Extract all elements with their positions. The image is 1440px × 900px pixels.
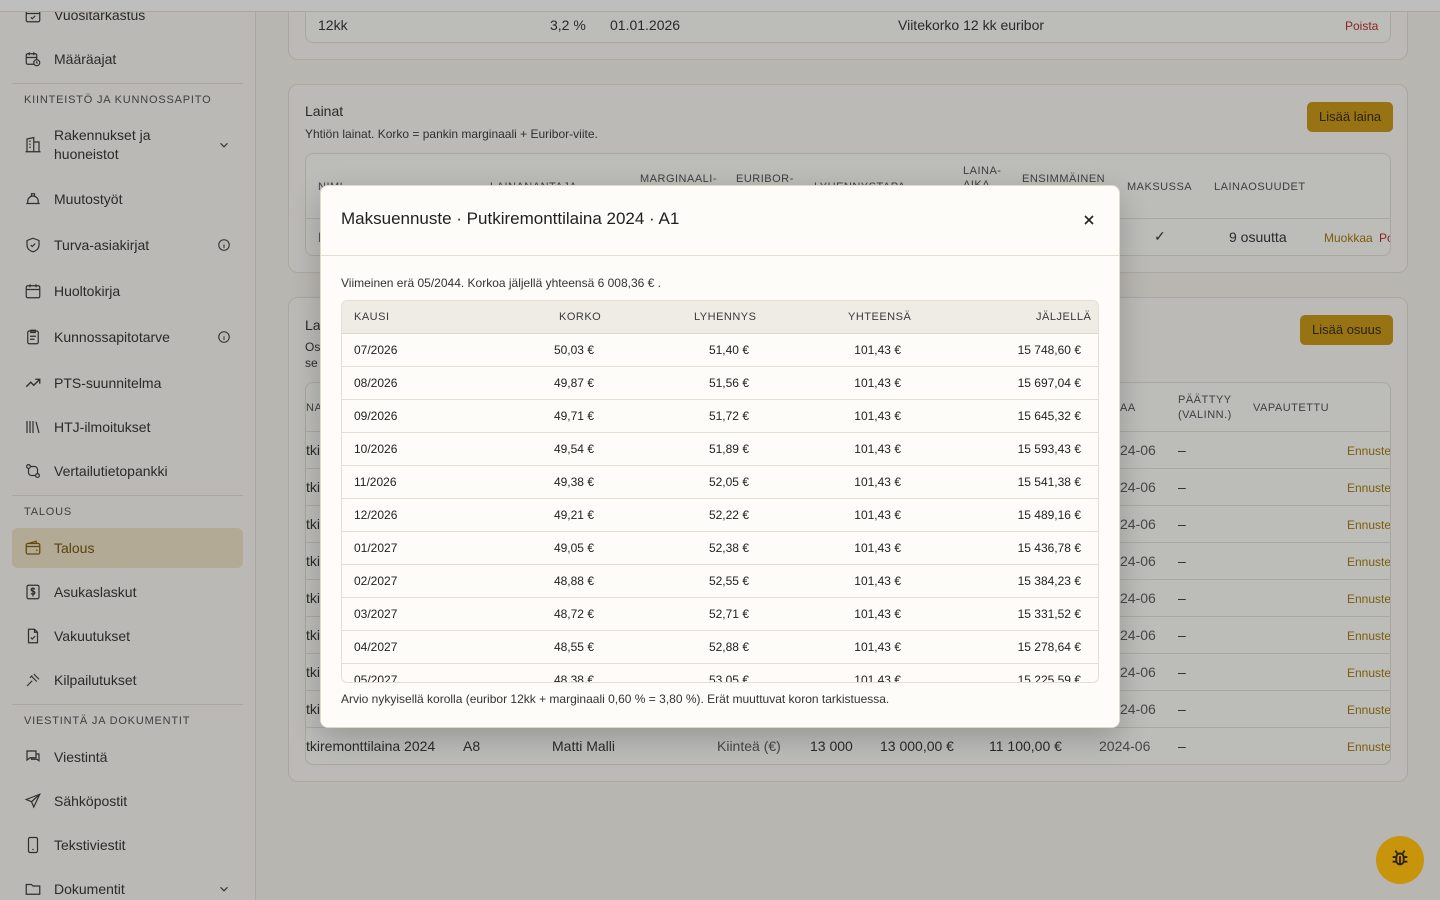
cell-amortization: 51,89 €: [708, 442, 749, 456]
cell-interest: 49,71 €: [553, 409, 594, 423]
table-row: 12/2026 49,21 € 52,22 € 101,43 € 15 489,16 €: [342, 499, 1098, 532]
cell-remaining: 15 748,60 €: [1017, 343, 1081, 357]
column-header-amortization: LYHENNYS: [694, 311, 757, 323]
cell-period: 04/2027: [354, 640, 398, 654]
cell-total: 101,43 €: [854, 574, 901, 588]
close-icon[interactable]: [1079, 210, 1099, 230]
table-row: 07/2026 50,03 € 51,40 € 101,43 € 15 748,60 €: [342, 334, 1098, 367]
cell-amortization: 51,40 €: [708, 343, 749, 357]
bug-icon: [1389, 847, 1411, 874]
table-row: 04/2027 48,55 € 52,88 € 101,43 € 15 278,64 €: [342, 631, 1098, 664]
cell-interest: 49,21 €: [553, 508, 594, 522]
cell-interest: 48,55 €: [553, 640, 594, 654]
cell-interest: 50,03 €: [553, 343, 594, 357]
column-header-total: YHTEENSÄ: [848, 311, 912, 323]
column-header-period: KAUSI: [354, 311, 390, 323]
cell-total: 101,43 €: [854, 442, 901, 456]
table-row: 09/2026 49,71 € 51,72 € 101,43 € 15 645,32 €: [342, 400, 1098, 433]
table-row: 10/2026 49,54 € 51,89 € 101,43 € 15 593,43 €: [342, 433, 1098, 466]
cell-amortization: 52,22 €: [708, 508, 749, 522]
cell-amortization: 51,56 €: [708, 376, 749, 390]
cell-period: 12/2026: [354, 508, 398, 522]
modal-title: Maksuennuste · Putkiremonttilaina 2024 ·…: [341, 209, 680, 228]
cell-remaining: 15 489,16 €: [1017, 508, 1081, 522]
cell-period: 02/2027: [354, 574, 398, 588]
cell-period: 05/2027: [354, 673, 398, 683]
cell-amortization: 52,71 €: [708, 607, 749, 621]
table-row: 02/2027 48,88 € 52,55 € 101,43 € 15 384,23 €: [342, 565, 1098, 598]
cell-remaining: 15 645,32 €: [1017, 409, 1081, 423]
cell-total: 101,43 €: [854, 508, 901, 522]
cell-total: 101,43 €: [854, 475, 901, 489]
bug-report-button[interactable]: [1376, 836, 1424, 884]
cell-interest: 49,54 €: [553, 442, 594, 456]
table-row: 08/2026 49,87 € 51,56 € 101,43 € 15 697,04 €: [342, 367, 1098, 400]
cell-period: 03/2027: [354, 607, 398, 621]
cell-period: 09/2026: [354, 409, 398, 423]
cell-interest: 48,88 €: [553, 574, 594, 588]
table-row: 05/2027 48,38 € 53,05 € 101,43 € 15 225,59 €: [342, 664, 1098, 683]
table-row: 03/2027 48,72 € 52,71 € 101,43 € 15 331,52 €: [342, 598, 1098, 631]
cell-total: 101,43 €: [854, 640, 901, 654]
cell-period: 10/2026: [354, 442, 398, 456]
modal-header: Maksuennuste · Putkiremonttilaina 2024 ·…: [321, 186, 1119, 256]
cell-amortization: 52,55 €: [708, 574, 749, 588]
cell-period: 08/2026: [354, 376, 398, 390]
cell-amortization: 52,88 €: [708, 640, 749, 654]
table-row: 11/2026 49,38 € 52,05 € 101,43 € 15 541,38 €: [342, 466, 1098, 499]
cell-total: 101,43 €: [854, 541, 901, 555]
cell-total: 101,43 €: [854, 673, 901, 683]
table-header: KAUSI KORKO LYHENNYS YHTEENSÄ JÄLJELLÄ: [342, 301, 1098, 334]
cell-total: 101,43 €: [854, 409, 901, 423]
cell-remaining: 15 278,64 €: [1017, 640, 1081, 654]
cell-interest: 48,72 €: [553, 607, 594, 621]
cell-remaining: 15 436,78 €: [1017, 541, 1081, 555]
forecast-summary: Viimeinen erä 05/2044. Korkoa jäljellä y…: [341, 276, 661, 290]
column-header-interest: KORKO: [559, 311, 602, 323]
payment-schedule-table[interactable]: KAUSI KORKO LYHENNYS YHTEENSÄ JÄLJELLÄ 0…: [341, 300, 1099, 683]
cell-remaining: 15 541,38 €: [1017, 475, 1081, 489]
cell-total: 101,43 €: [854, 343, 901, 357]
cell-interest: 49,05 €: [553, 541, 594, 555]
cell-remaining: 15 384,23 €: [1017, 574, 1081, 588]
cell-interest: 49,38 €: [553, 475, 594, 489]
cell-interest: 48,38 €: [553, 673, 594, 683]
cell-total: 101,43 €: [854, 376, 901, 390]
cell-amortization: 52,38 €: [708, 541, 749, 555]
cell-period: 01/2027: [354, 541, 398, 555]
cell-amortization: 52,05 €: [708, 475, 749, 489]
forecast-footnote: Arvio nykyisellä korolla (euribor 12kk +…: [341, 692, 890, 706]
table-row: 01/2027 49,05 € 52,38 € 101,43 € 15 436,78 €: [342, 532, 1098, 565]
cell-period: 07/2026: [354, 343, 398, 357]
cell-total: 101,43 €: [854, 607, 901, 621]
payment-forecast-modal: Maksuennuste · Putkiremonttilaina 2024 ·…: [320, 185, 1120, 728]
cell-remaining: 15 225,59 €: [1017, 673, 1081, 683]
cell-amortization: 51,72 €: [708, 409, 749, 423]
cell-interest: 49,87 €: [553, 376, 594, 390]
cell-period: 11/2026: [354, 475, 397, 489]
column-header-remaining: JÄLJELLÄ: [1036, 311, 1092, 323]
cell-remaining: 15 593,43 €: [1017, 442, 1081, 456]
cell-remaining: 15 697,04 €: [1017, 376, 1081, 390]
cell-remaining: 15 331,52 €: [1017, 607, 1081, 621]
cell-amortization: 53,05 €: [708, 673, 749, 683]
